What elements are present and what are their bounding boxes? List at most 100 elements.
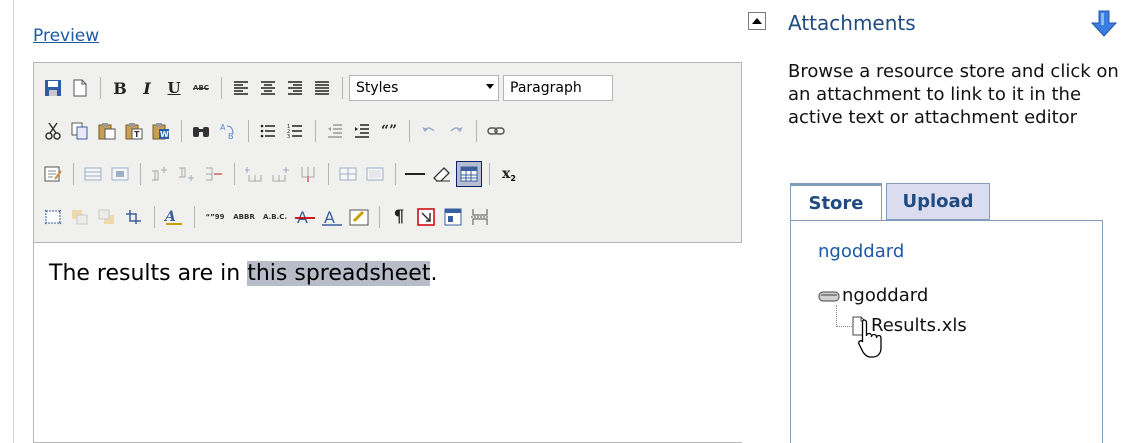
indent-icon[interactable] — [349, 118, 375, 144]
toolbar-separator — [100, 77, 101, 99]
strikethrough-button[interactable]: ABC — [188, 75, 214, 101]
align-justify-icon[interactable] — [309, 75, 335, 101]
paste-icon[interactable] — [94, 118, 120, 144]
paste-word-icon[interactable]: W — [148, 118, 174, 144]
nonbreaking-icon[interactable] — [413, 204, 439, 230]
table-row-props-icon[interactable] — [80, 161, 106, 187]
subscript-2: 2 — [510, 173, 516, 183]
attachments-title: Attachments — [788, 11, 916, 35]
move-forward-icon[interactable] — [94, 204, 120, 230]
svg-text:3: 3 — [287, 134, 290, 138]
blockquote-button[interactable]: “” — [376, 118, 402, 144]
align-right-icon[interactable] — [282, 75, 308, 101]
toolbar-separator — [140, 163, 141, 185]
table-cell-props-icon[interactable] — [107, 161, 133, 187]
abbr-button[interactable]: ABBR — [230, 204, 258, 230]
cut-icon[interactable] — [40, 118, 66, 144]
chevron-up-icon — [752, 18, 762, 24]
horizontal-rule-icon[interactable] — [402, 161, 428, 187]
paste-text-icon[interactable]: T — [121, 118, 147, 144]
collapse-arrow-button[interactable] — [748, 12, 766, 30]
visual-chars-button[interactable]: ¶ — [386, 204, 412, 230]
toolbar-separator — [234, 163, 235, 185]
text-after-selection: . — [430, 261, 438, 286]
find-icon[interactable] — [188, 118, 214, 144]
insert-col-before-icon[interactable] — [241, 161, 267, 187]
store-user-link[interactable]: ngoddard — [818, 241, 904, 262]
acronym-button[interactable]: A.B.C. — [259, 204, 291, 230]
template-icon[interactable] — [440, 204, 466, 230]
toolbar-separator — [395, 163, 396, 185]
toolbar-row-1: B I U ABC Styles Paragraph — [40, 73, 613, 103]
tab-store[interactable]: Store — [790, 183, 882, 221]
subscript-x: x — [502, 166, 511, 182]
link-icon[interactable] — [483, 118, 509, 144]
toolbar-separator — [221, 77, 222, 99]
selected-text[interactable]: this spreadsheet — [247, 261, 431, 286]
insert-col-after-icon[interactable] — [268, 161, 294, 187]
delete-text-icon[interactable]: A — [292, 204, 318, 230]
editor-content-area[interactable]: The results are in this spreadsheet. — [33, 242, 742, 443]
subscript-button[interactable]: x2 — [496, 161, 522, 187]
svg-text:W: W — [160, 130, 169, 139]
replace-icon[interactable]: AB — [215, 118, 241, 144]
styles-select[interactable]: Styles — [349, 75, 499, 101]
copy-icon[interactable] — [67, 118, 93, 144]
toolbar-row-3: x2 — [40, 159, 523, 189]
toolbar-separator — [181, 120, 182, 142]
svg-text:T: T — [134, 130, 140, 139]
toolbar-separator — [73, 163, 74, 185]
toolbar-separator — [476, 120, 477, 142]
eraser-icon[interactable] — [429, 161, 455, 187]
drive-icon — [818, 291, 840, 301]
store-panel: ngoddard ngoddard Results.xls — [790, 220, 1103, 443]
new-document-icon[interactable] — [67, 75, 93, 101]
download-arrow-icon[interactable] — [1089, 9, 1119, 37]
insert-row-after-icon[interactable] — [174, 161, 200, 187]
editor-panel: Preview B I U ABC Styles Paragraph T W A… — [0, 0, 742, 443]
text-before-selection: The results are in — [49, 261, 248, 286]
format-select[interactable]: Paragraph — [503, 75, 613, 101]
editor-paragraph[interactable]: The results are in this spreadsheet. — [49, 261, 437, 286]
split-cells-icon[interactable] — [335, 161, 361, 187]
style-props-icon[interactable]: A — [161, 204, 187, 230]
bullet-list-icon[interactable] — [255, 118, 281, 144]
preview-link[interactable]: Preview — [33, 26, 99, 46]
delete-col-icon[interactable] — [295, 161, 321, 187]
numbered-list-icon[interactable]: 123 — [282, 118, 308, 144]
toolbar-separator — [328, 163, 329, 185]
save-icon[interactable] — [40, 75, 66, 101]
outdent-icon[interactable] — [322, 118, 348, 144]
toolbar-separator — [315, 120, 316, 142]
delete-row-icon[interactable] — [201, 161, 227, 187]
move-backward-icon[interactable] — [67, 204, 93, 230]
toolbar-separator — [154, 206, 155, 228]
panel-border — [13, 0, 14, 443]
bold-button[interactable]: B — [107, 75, 133, 101]
toolbar-separator — [342, 77, 343, 99]
svg-text:A: A — [297, 208, 308, 226]
align-center-icon[interactable] — [255, 75, 281, 101]
toolbar-separator — [379, 206, 380, 228]
insert-text-icon[interactable]: A — [319, 204, 345, 230]
toolbar-separator — [194, 206, 195, 228]
toolbar-separator — [248, 120, 249, 142]
attributes-icon[interactable] — [346, 204, 372, 230]
align-left-icon[interactable] — [228, 75, 254, 101]
redo-icon[interactable] — [443, 118, 469, 144]
tree-root-node[interactable]: ngoddard — [818, 285, 928, 306]
insert-row-before-icon[interactable] — [147, 161, 173, 187]
page-break-icon[interactable] — [467, 204, 493, 230]
tree-root-label: ngoddard — [842, 285, 929, 306]
absolute-position-icon[interactable] — [121, 204, 147, 230]
table-icon[interactable] — [456, 161, 482, 187]
svg-text:A: A — [164, 209, 176, 225]
insert-layer-icon[interactable] — [40, 204, 66, 230]
undo-icon[interactable] — [416, 118, 442, 144]
edit-html-icon[interactable] — [40, 161, 66, 187]
tab-upload[interactable]: Upload — [886, 183, 990, 220]
cite-button[interactable]: “”99 — [201, 204, 229, 230]
underline-button[interactable]: U — [161, 75, 187, 101]
italic-button[interactable]: I — [134, 75, 160, 101]
merge-cells-icon[interactable] — [362, 161, 388, 187]
